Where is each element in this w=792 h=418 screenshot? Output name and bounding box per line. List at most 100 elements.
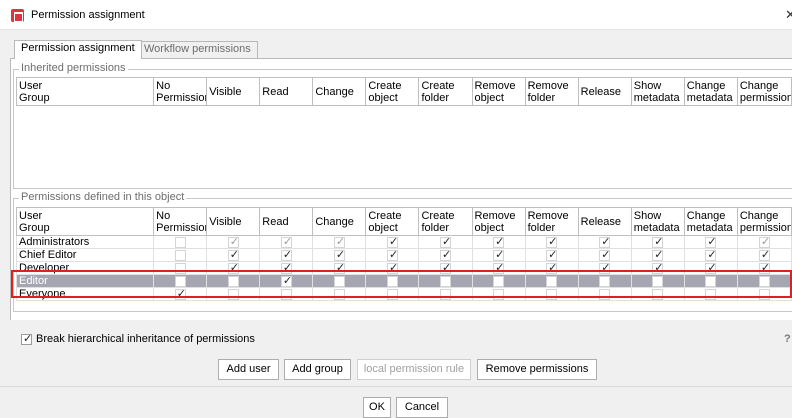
- tab-workflow-permissions[interactable]: Workflow permissions: [137, 41, 258, 58]
- permission-checkbox[interactable]: [280, 248, 292, 261]
- inherited-column-header[interactable]: Show metadata: [630, 77, 685, 106]
- defined-column-header[interactable]: Create object: [365, 207, 420, 236]
- permission-checkbox[interactable]: [333, 288, 345, 300]
- inherited-column-header[interactable]: Read: [259, 77, 314, 106]
- tab-permission-assignment[interactable]: Permission assignment: [14, 40, 142, 59]
- defined-column-header[interactable]: Create folder: [418, 207, 473, 236]
- inherited-column-header[interactable]: Changepermissions: [736, 77, 792, 106]
- permission-checkbox[interactable]: [599, 235, 610, 248]
- add-group-button[interactable]: Add group: [284, 359, 351, 380]
- break-inheritance-checkbox[interactable]: [21, 332, 32, 345]
- table-row[interactable]: Editor: [15, 274, 792, 288]
- inherited-column-header[interactable]: Release: [577, 77, 632, 106]
- permission-checkbox[interactable]: [333, 275, 345, 287]
- permission-checkbox[interactable]: [705, 288, 717, 300]
- table-row[interactable]: Chief Editor: [15, 248, 792, 262]
- permission-checkbox[interactable]: [333, 235, 345, 248]
- inherited-column-header[interactable]: Visible: [206, 77, 261, 106]
- defined-column-header[interactable]: Remove folder: [524, 207, 579, 236]
- defined-column-header[interactable]: Read: [259, 207, 314, 236]
- permission-checkbox[interactable]: [440, 261, 451, 274]
- permission-checkbox[interactable]: [386, 261, 398, 274]
- inherited-column-header[interactable]: Create object: [365, 77, 420, 106]
- permission-checkbox[interactable]: [546, 248, 557, 261]
- permission-checkbox[interactable]: [227, 261, 239, 274]
- permission-checkbox[interactable]: [652, 248, 663, 261]
- inherited-column-header[interactable]: Change: [312, 77, 367, 106]
- inherited-column-header[interactable]: Create folder: [418, 77, 473, 106]
- permission-checkbox[interactable]: [386, 235, 398, 248]
- permission-checkbox[interactable]: [386, 275, 398, 287]
- permission-checkbox[interactable]: [599, 261, 610, 274]
- permission-checkbox[interactable]: [652, 235, 663, 248]
- permission-checkbox[interactable]: [386, 288, 398, 300]
- permission-checkbox[interactable]: [599, 288, 611, 300]
- permission-checkbox[interactable]: [705, 275, 717, 287]
- permission-checkbox[interactable]: [440, 235, 451, 248]
- table-row[interactable]: Developer: [15, 261, 792, 275]
- permission-checkbox[interactable]: [174, 262, 186, 274]
- table-row[interactable]: Everyone: [15, 287, 792, 301]
- permission-checkbox[interactable]: [280, 274, 292, 287]
- inherited-column-header[interactable]: No Permission: [153, 77, 208, 106]
- permission-checkbox[interactable]: [333, 248, 345, 261]
- defined-column-header[interactable]: Visible: [206, 207, 261, 236]
- defined-column-header[interactable]: Change metadata: [683, 207, 738, 236]
- permission-checkbox[interactable]: [652, 261, 663, 274]
- permission-checkbox[interactable]: [280, 261, 292, 274]
- defined-column-header[interactable]: User Group: [15, 207, 155, 236]
- inherited-column-header[interactable]: Change metadata: [683, 77, 738, 106]
- permission-checkbox[interactable]: [493, 288, 505, 300]
- inherited-column-header[interactable]: User Group: [15, 77, 155, 106]
- permission-checkbox[interactable]: [227, 235, 239, 248]
- permission-checkbox[interactable]: [493, 248, 504, 261]
- help-icon[interactable]: ?: [784, 333, 791, 345]
- permission-checkbox[interactable]: [493, 235, 504, 248]
- permission-checkbox[interactable]: [758, 235, 770, 248]
- remove-permissions-button[interactable]: Remove permissions: [477, 359, 597, 380]
- permission-checkbox[interactable]: [493, 275, 505, 287]
- permission-checkbox[interactable]: [599, 248, 610, 261]
- checkbox-box[interactable]: [21, 332, 32, 345]
- inherited-column-header[interactable]: Remove folder: [524, 77, 579, 106]
- permission-checkbox[interactable]: [333, 261, 345, 274]
- permission-checkbox[interactable]: [599, 275, 611, 287]
- table-row[interactable]: Administrators: [15, 235, 792, 249]
- permission-checkbox[interactable]: [227, 288, 239, 300]
- permission-checkbox[interactable]: [227, 275, 239, 287]
- defined-column-header[interactable]: Show metadata: [630, 207, 685, 236]
- permission-checkbox[interactable]: [440, 275, 452, 287]
- permission-checkbox[interactable]: [546, 261, 557, 274]
- permission-checkbox[interactable]: [758, 288, 770, 300]
- permission-checkbox[interactable]: [280, 235, 292, 248]
- permission-checkbox[interactable]: [546, 235, 557, 248]
- permission-checkbox[interactable]: [174, 249, 186, 261]
- defined-column-header[interactable]: Change: [312, 207, 367, 236]
- local-permission-rule-button[interactable]: local permission rule: [357, 359, 471, 380]
- defined-column-header[interactable]: No Permission: [153, 207, 208, 236]
- permission-checkbox[interactable]: [386, 248, 398, 261]
- cancel-button[interactable]: Cancel: [396, 397, 448, 418]
- permission-checkbox[interactable]: [758, 275, 770, 287]
- permission-checkbox[interactable]: [440, 248, 451, 261]
- permission-checkbox[interactable]: [174, 275, 186, 287]
- permission-checkbox[interactable]: [758, 261, 770, 274]
- permission-checkbox[interactable]: [440, 288, 452, 300]
- ok-button[interactable]: OK: [363, 397, 391, 418]
- permission-checkbox[interactable]: [705, 261, 717, 274]
- close-icon[interactable]: ✕: [785, 7, 792, 23]
- permission-checkbox[interactable]: [174, 236, 186, 248]
- defined-column-header[interactable]: Remove object: [471, 207, 526, 236]
- permission-checkbox[interactable]: [705, 235, 717, 248]
- defined-column-header[interactable]: Release: [577, 207, 632, 236]
- permission-checkbox[interactable]: [705, 248, 717, 261]
- permission-checkbox[interactable]: [174, 287, 186, 300]
- inherited-column-header[interactable]: Remove object: [471, 77, 526, 106]
- permission-checkbox[interactable]: [227, 248, 239, 261]
- permission-checkbox[interactable]: [493, 261, 504, 274]
- permission-checkbox[interactable]: [758, 248, 770, 261]
- permission-checkbox[interactable]: [652, 275, 664, 287]
- add-user-button[interactable]: Add user: [218, 359, 279, 380]
- defined-column-header[interactable]: Changepermissions: [736, 207, 792, 236]
- permission-checkbox[interactable]: [652, 288, 664, 300]
